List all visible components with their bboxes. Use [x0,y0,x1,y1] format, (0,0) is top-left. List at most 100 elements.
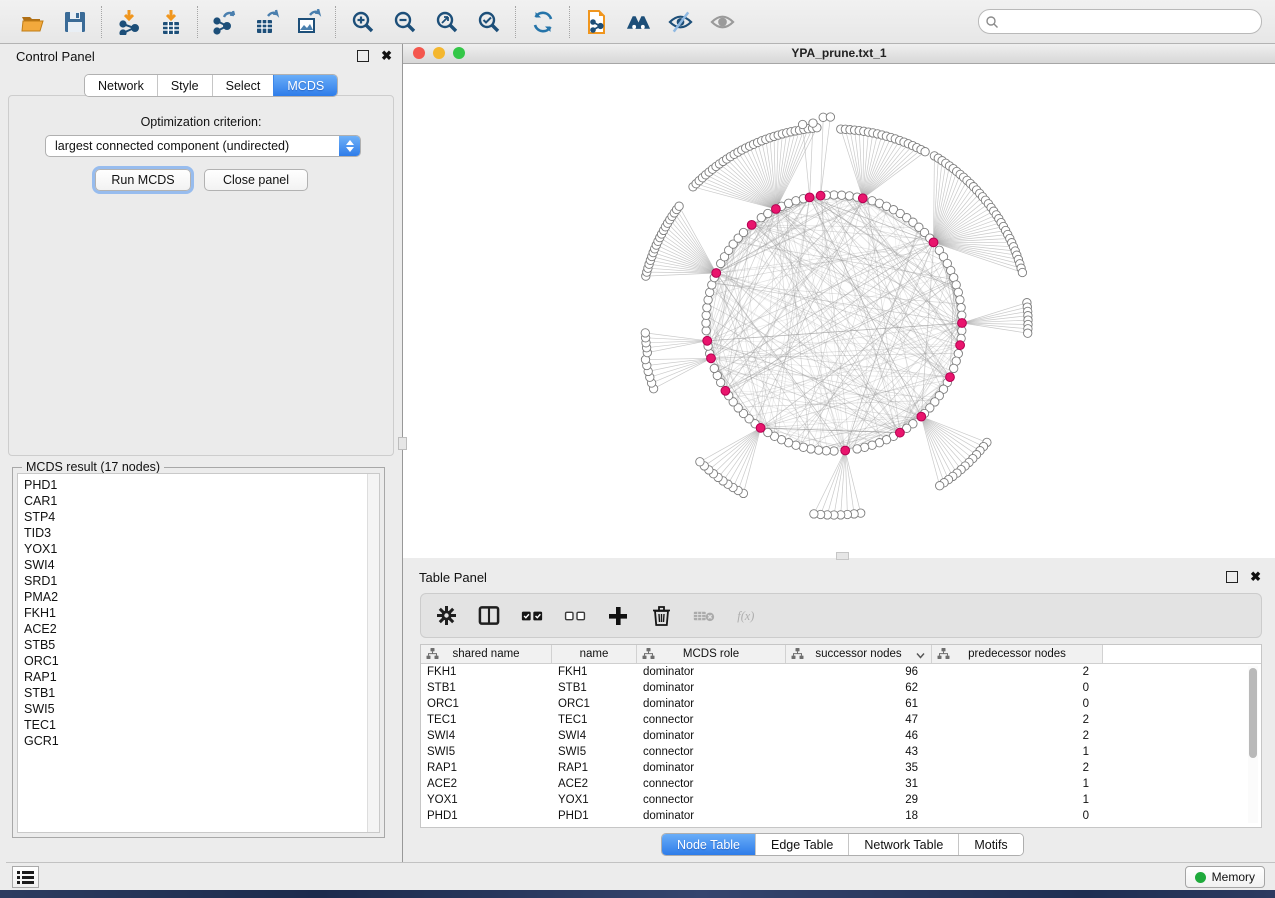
cell-name[interactable]: YOX1 [552,792,637,808]
mcds-result-item[interactable]: YOX1 [24,541,379,557]
cell-shared-name[interactable]: YOX1 [421,792,552,808]
zoom-in-icon[interactable] [349,8,376,35]
settings-gear-icon[interactable] [435,604,457,628]
cell-predecessor-nodes[interactable]: 1 [932,792,1103,808]
cell-name[interactable]: FKH1 [552,664,637,680]
cell-predecessor-nodes[interactable]: 2 [932,712,1103,728]
cell-MCDS-role[interactable]: dominator [637,728,786,744]
cell-successor-nodes[interactable]: 31 [786,776,932,792]
tab-node-table[interactable]: Node Table [662,834,755,855]
table-row[interactable]: YOX1YOX1connector291 [421,792,1261,808]
cell-predecessor-nodes[interactable]: 2 [932,760,1103,776]
cell-name[interactable]: ORC1 [552,696,637,712]
mcds-result-item[interactable]: TID3 [24,525,379,541]
mcds-result-list[interactable]: PHD1CAR1STP4TID3YOX1SWI4SRD1PMA2FKH1ACE2… [17,473,380,833]
unselect-all-columns-icon[interactable] [564,604,586,628]
mcds-result-item[interactable]: TEC1 [24,717,379,733]
table-scrollbar[interactable] [1248,666,1258,823]
tab-mcds[interactable]: MCDS [273,75,337,96]
apply-layout-icon[interactable] [529,8,556,35]
cell-predecessor-nodes[interactable]: 1 [932,776,1103,792]
tab-select[interactable]: Select [212,75,274,96]
cell-shared-name[interactable]: SWI4 [421,728,552,744]
delete-columns-icon[interactable] [650,604,672,628]
network-nodes[interactable] [641,113,1032,519]
mcds-result-item[interactable]: STB5 [24,637,379,653]
float-table-panel-icon[interactable] [1226,571,1238,583]
cell-name[interactable]: SWI4 [552,728,637,744]
cell-shared-name[interactable]: FKH1 [421,664,552,680]
cell-MCDS-role[interactable]: dominator [637,680,786,696]
cell-successor-nodes[interactable]: 29 [786,792,932,808]
mcds-hub-node[interactable] [917,412,926,421]
zoom-fit-icon[interactable] [433,8,460,35]
tab-network[interactable]: Network [85,75,157,96]
mcds-hub-node[interactable] [896,428,905,437]
table-row[interactable]: SWI5SWI5connector431 [421,744,1261,760]
automation-panel-button[interactable] [12,866,39,888]
cell-shared-name[interactable]: PHD1 [421,808,552,824]
split-pane-handle-horizontal[interactable] [836,552,849,560]
cell-predecessor-nodes[interactable]: 0 [932,680,1103,696]
cell-shared-name[interactable]: SWI5 [421,744,552,760]
column-header-name[interactable]: name [552,645,637,663]
cell-predecessor-nodes[interactable]: 0 [932,696,1103,712]
cell-predecessor-nodes[interactable]: 2 [932,664,1103,680]
export-network-icon[interactable] [211,8,238,35]
cell-shared-name[interactable]: RAP1 [421,760,552,776]
mcds-hub-node[interactable] [805,193,814,202]
cell-successor-nodes[interactable]: 62 [786,680,932,696]
mcds-hub-node[interactable] [747,221,756,230]
cell-shared-name[interactable]: STB1 [421,680,552,696]
cell-successor-nodes[interactable]: 43 [786,744,932,760]
hide-details-icon[interactable] [667,8,694,35]
column-header-predecessor-nodes[interactable]: predecessor nodes [932,645,1103,663]
column-header-shared-name[interactable]: shared name [421,645,552,663]
search-field[interactable] [978,9,1262,34]
tab-edge-table[interactable]: Edge Table [755,834,848,855]
add-column-icon[interactable] [607,604,629,628]
cell-MCDS-role[interactable]: dominator [637,664,786,680]
show-column-icon[interactable] [478,604,500,628]
mcds-hub-node[interactable] [756,424,765,433]
mcds-hub-node[interactable] [956,341,965,350]
table-row[interactable]: STB1STB1dominator620 [421,680,1261,696]
table-row[interactable]: PHD1PHD1dominator180 [421,808,1261,824]
node-table[interactable]: shared namenameMCDS rolesuccessor nodesp… [420,644,1262,828]
mcds-hub-node[interactable] [816,191,825,200]
cell-MCDS-role[interactable]: connector [637,776,786,792]
cell-MCDS-role[interactable]: connector [637,744,786,760]
mcds-hub-node[interactable] [929,238,938,247]
save-session-icon[interactable] [61,8,88,35]
tab-style[interactable]: Style [157,75,212,96]
tab-network-table[interactable]: Network Table [848,834,958,855]
split-pane-handle-vertical[interactable] [398,437,407,450]
cell-name[interactable]: TEC1 [552,712,637,728]
table-row[interactable]: FKH1FKH1dominator962 [421,664,1261,680]
tab-motifs[interactable]: Motifs [958,834,1022,855]
mcds-hub-node[interactable] [772,205,781,214]
column-header-successor-nodes[interactable]: successor nodes [786,645,932,663]
mcds-result-item[interactable]: STB1 [24,685,379,701]
cell-successor-nodes[interactable]: 18 [786,808,932,824]
mcds-result-item[interactable]: PHD1 [24,477,379,493]
criterion-dropdown[interactable]: largest connected component (undirected) [45,135,361,157]
cell-MCDS-role[interactable]: dominator [637,808,786,824]
import-network-icon[interactable] [115,8,142,35]
table-row[interactable]: SWI4SWI4dominator462 [421,728,1261,744]
run-mcds-button[interactable]: Run MCDS [95,169,191,191]
network-graph[interactable] [403,64,1273,558]
cell-MCDS-role[interactable]: connector [637,712,786,728]
search-input[interactable] [999,14,1255,30]
cell-name[interactable]: STB1 [552,680,637,696]
mcds-result-item[interactable]: PMA2 [24,589,379,605]
cell-shared-name[interactable]: TEC1 [421,712,552,728]
cell-predecessor-nodes[interactable]: 0 [932,808,1103,824]
open-file-icon[interactable] [19,8,46,35]
mcds-result-item[interactable]: STP4 [24,509,379,525]
search-network-icon[interactable] [625,8,652,35]
mcds-list-scrollbar[interactable] [367,474,379,832]
export-table-icon[interactable] [253,8,280,35]
cell-predecessor-nodes[interactable]: 2 [932,728,1103,744]
close-panel-icon[interactable]: ✖ [381,51,392,61]
